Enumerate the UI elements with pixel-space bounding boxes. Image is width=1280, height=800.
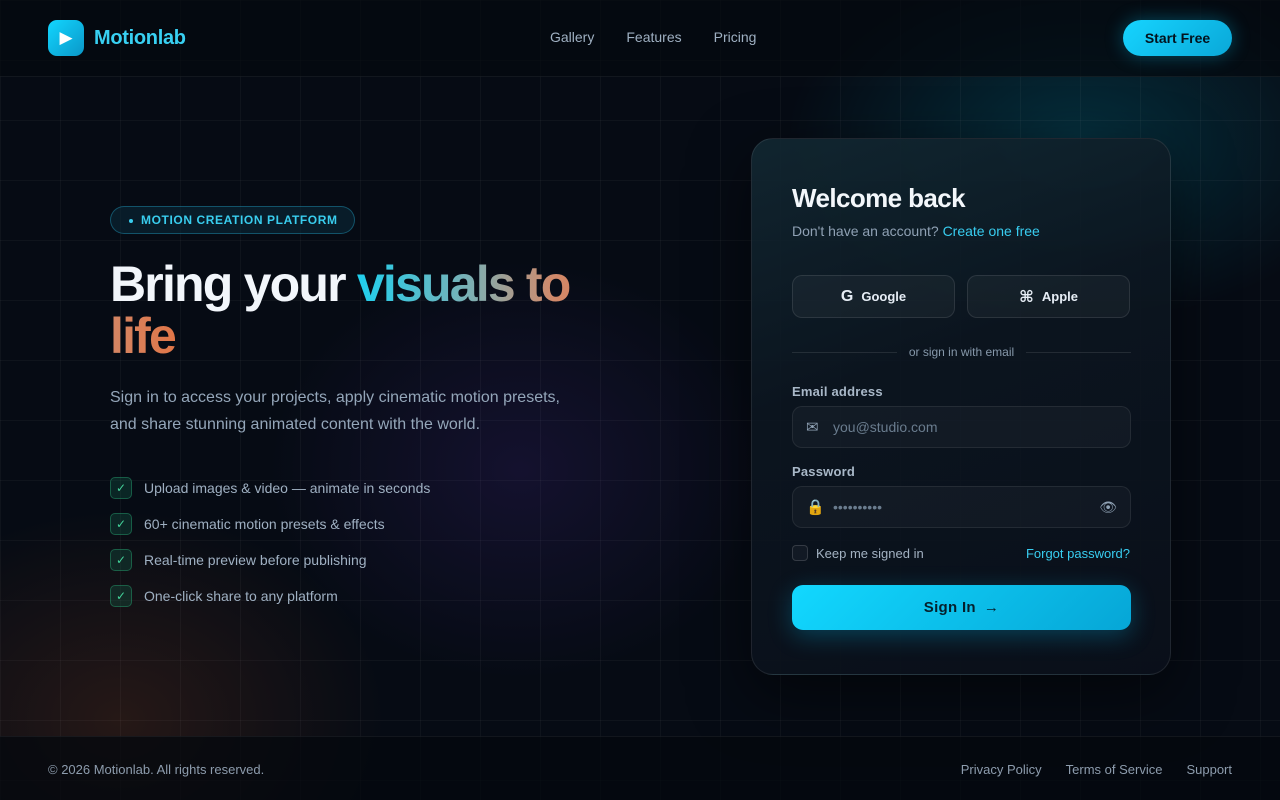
lock-icon: 🔒 xyxy=(806,499,825,516)
password-field-wrapper: 🔒 👁 xyxy=(792,486,1131,528)
google-signin-button[interactable]: G Google xyxy=(792,275,955,318)
email-divider: or sign in with email xyxy=(792,344,1131,360)
feature-text: Real-time preview before publishing xyxy=(144,552,367,568)
sign-in-button[interactable]: Sign In → xyxy=(792,585,1131,630)
signup-prompt: Don't have an account? Create one free xyxy=(792,223,1040,239)
nav-item-gallery[interactable]: Gallery xyxy=(550,29,594,45)
check-icon: ✓ xyxy=(110,549,132,571)
nav-item-features[interactable]: Features xyxy=(626,29,681,45)
start-free-button[interactable]: Start Free xyxy=(1123,20,1232,56)
nav-item-pricing[interactable]: Pricing xyxy=(714,29,757,45)
main-nav: Gallery Features Pricing xyxy=(550,29,756,45)
copyright-text: © 2026 Motionlab. All rights reserved. xyxy=(48,762,265,777)
feature-list: ✓ Upload images & video — animate in sec… xyxy=(110,477,430,621)
email-field[interactable] xyxy=(833,407,1093,447)
hero-title-plain: Bring your xyxy=(110,256,357,312)
google-icon: G xyxy=(840,287,854,305)
feature-text: Upload images & video — animate in secon… xyxy=(144,480,431,496)
apple-signin-button[interactable]: ⌘ Apple xyxy=(967,275,1130,318)
email-field-wrapper: ✉ xyxy=(792,406,1131,448)
badge-label: MOTION CREATION PLATFORM xyxy=(141,213,338,227)
brand-logo[interactable]: ▶ Motionlab xyxy=(48,20,186,56)
login-card: Welcome back Don't have an account? Crea… xyxy=(751,138,1171,675)
remember-me[interactable]: Keep me signed in xyxy=(792,545,924,561)
list-item: ✓ Real-time preview before publishing xyxy=(110,549,430,571)
footer-link-support[interactable]: Support xyxy=(1186,762,1232,777)
check-icon: ✓ xyxy=(110,477,132,499)
list-item: ✓ Upload images & video — animate in sec… xyxy=(110,477,430,499)
login-title: Welcome back xyxy=(792,183,966,213)
play-icon: ▶ xyxy=(48,20,84,56)
create-account-link[interactable]: Create one free xyxy=(943,223,1040,239)
email-label: Email address xyxy=(792,384,883,399)
apple-label: Apple xyxy=(1041,289,1078,304)
hero-title: Bring your visuals to life xyxy=(110,258,630,362)
divider-text: or sign in with email xyxy=(908,345,1015,359)
password-label: Password xyxy=(792,464,856,479)
mail-icon: ✉ xyxy=(806,419,819,436)
command-icon: ⌘ xyxy=(1019,288,1034,306)
check-icon: ✓ xyxy=(110,513,132,535)
check-icon: ✓ xyxy=(110,585,132,607)
brand-name: Motionlab xyxy=(94,26,186,49)
list-item: ✓ 60+ cinematic motion presets & effects xyxy=(110,513,430,535)
signup-prompt-text: Don't have an account? xyxy=(792,223,939,239)
feature-text: One-click share to any platform xyxy=(144,588,338,604)
remember-label: Keep me signed in xyxy=(816,545,924,561)
footer-links: Privacy Policy Terms of Service Support xyxy=(961,762,1232,777)
platform-badge: MOTION CREATION PLATFORM xyxy=(110,206,355,234)
google-label: Google xyxy=(861,289,907,304)
forgot-password-link[interactable]: Forgot password? xyxy=(1026,546,1130,561)
sign-in-label: Sign In xyxy=(923,599,976,616)
top-nav-bar: ▶ Motionlab Gallery Features Pricing Sta… xyxy=(0,0,1280,77)
badge-dot-icon xyxy=(129,219,133,223)
arrow-right-icon: → xyxy=(983,599,1000,616)
eye-icon[interactable]: 👁 xyxy=(1099,499,1117,516)
list-item: ✓ One-click share to any platform xyxy=(110,585,430,607)
footer-link-privacy[interactable]: Privacy Policy xyxy=(961,762,1042,777)
hero-subtitle: Sign in to access your projects, apply c… xyxy=(110,389,560,433)
remember-checkbox[interactable] xyxy=(792,545,808,561)
footer-link-terms[interactable]: Terms of Service xyxy=(1066,762,1163,777)
feature-text: 60+ cinematic motion presets & effects xyxy=(144,516,385,532)
footer: © 2026 Motionlab. All rights reserved. P… xyxy=(0,736,1280,800)
password-field[interactable] xyxy=(833,487,1093,527)
